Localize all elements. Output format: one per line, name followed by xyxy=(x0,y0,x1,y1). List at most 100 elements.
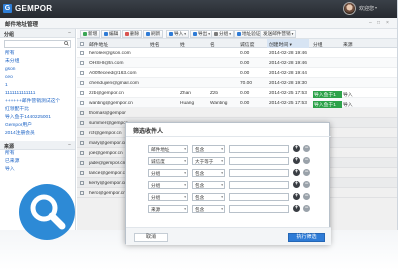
sidebar-group-item[interactable]: ceo xyxy=(0,74,75,82)
filter-operator-select[interactable]: 包含 ▾ xyxy=(192,205,225,213)
chevron-down-icon: ▾ xyxy=(184,183,186,187)
cell-email: chendujien@gmail.com xyxy=(89,80,139,86)
filter-field-select[interactable]: 诚信度 ▾ xyxy=(148,157,188,165)
row-checkbox[interactable] xyxy=(80,71,84,75)
chevron-down-icon[interactable]: ▾ xyxy=(375,5,377,10)
add-condition-icon[interactable]: + xyxy=(293,169,300,176)
filter-field-select[interactable]: 分组 ▾ xyxy=(148,169,188,177)
username[interactable]: 欢迎您 xyxy=(359,5,374,12)
send-campaign-button[interactable]: 发送邮件营销▾ xyxy=(260,30,297,38)
filter-field-select[interactable]: 分组 ▾ xyxy=(148,181,188,189)
row-checkbox[interactable] xyxy=(80,101,84,105)
add-condition-icon[interactable]: + xyxy=(293,145,300,152)
maximize-icon[interactable]: □ xyxy=(377,20,380,26)
sidebar-group-item[interactable]: 1 xyxy=(0,82,75,90)
delete-button[interactable]: 删除 xyxy=(122,30,143,38)
collapse-icon[interactable]: − xyxy=(68,142,71,148)
sidebar-source-item[interactable]: 所有 xyxy=(0,150,75,158)
cell-first: Zzb xyxy=(210,90,218,96)
table-row[interactable]: herolee@gson.com 0.00 2014-02-28 19:46 xyxy=(77,48,397,58)
row-checkbox[interactable] xyxy=(80,51,84,55)
table-row[interactable]: A00ffeceed@163.com 0.00 2014-02-28 19:44 xyxy=(77,68,397,78)
filter-operator-select[interactable]: 包含 ▾ xyxy=(192,181,225,189)
col-name[interactable]: 姓名 xyxy=(150,41,160,48)
table-row[interactable]: wanting@gempor.cn Huang Wanting 0.00 2014-02… xyxy=(77,98,397,108)
filter-row: 邮件地址 ▾ 包含 ▾ + − xyxy=(148,145,328,154)
filter-field-select[interactable]: 来源 ▾ xyxy=(148,205,188,213)
sidebar-group-item[interactable]: 红领配干比 xyxy=(0,106,75,114)
filter-value-input[interactable] xyxy=(229,157,289,165)
filter-field-select[interactable]: 邮件地址 ▾ xyxy=(148,145,188,153)
filter-value-input[interactable] xyxy=(229,193,289,201)
cell-group: 导入鱼于1 xyxy=(313,100,342,108)
minimize-icon[interactable]: – xyxy=(369,20,372,26)
remove-condition-icon[interactable]: − xyxy=(303,145,310,152)
filter-value-input[interactable] xyxy=(229,145,289,153)
remove-condition-icon[interactable]: − xyxy=(303,157,310,164)
sidebar-search-input[interactable] xyxy=(4,40,71,48)
add-condition-icon[interactable]: + xyxy=(293,205,300,212)
sidebar-source-item[interactable]: 已来源 xyxy=(0,158,75,166)
close-icon[interactable]: × xyxy=(386,20,389,26)
table-row[interactable]: OHSHI@tn.com 0.00 2014-02-28 19:46 xyxy=(77,58,397,68)
col-email[interactable]: 邮件地址 xyxy=(89,41,108,48)
chevron-down-icon: ▾ xyxy=(229,32,231,36)
table-row[interactable]: zzb@gempor.cn Zhan Zzb 0.00 2014-02-25 17:53… xyxy=(77,88,397,98)
collapse-icon[interactable]: − xyxy=(68,30,71,36)
col-credibility[interactable]: 诚信度 xyxy=(240,41,254,48)
row-checkbox[interactable] xyxy=(80,61,84,65)
filter-operator-select[interactable]: 大于等于 ▾ xyxy=(192,157,225,165)
run-filter-button[interactable]: 执行筛选 xyxy=(288,233,325,242)
verify-address-button[interactable]: 地址验证 xyxy=(234,30,264,38)
sidebar-group-item[interactable]: 2014注册会员 xyxy=(0,130,75,138)
add-button[interactable]: 新增 xyxy=(80,30,101,38)
filter-operator-select[interactable]: 包含 ▾ xyxy=(192,169,225,177)
search-icon[interactable] xyxy=(64,41,69,48)
chevron-down-icon: ▾ xyxy=(221,195,223,199)
select-all-checkbox[interactable] xyxy=(80,42,84,46)
col-source[interactable]: 来源 xyxy=(343,41,353,48)
sidebar-group-item[interactable]: gson xyxy=(0,66,75,74)
remove-condition-icon[interactable]: − xyxy=(303,169,310,176)
add-condition-icon[interactable]: + xyxy=(293,181,300,188)
row-checkbox[interactable] xyxy=(80,91,84,95)
row-checkbox[interactable] xyxy=(80,81,84,85)
group-button[interactable]: 分组▾ xyxy=(211,30,234,38)
filter-field-select[interactable]: 分组 ▾ xyxy=(148,193,188,201)
dialog-footer: 取消 执行筛选 xyxy=(126,227,331,245)
filter-operator-select[interactable]: 包含 ▾ xyxy=(192,145,225,153)
sidebar-group-item[interactable]: Gempor用户 xyxy=(0,122,75,130)
source-section-title: 来源 xyxy=(4,144,15,150)
import-button[interactable]: 导入▾ xyxy=(166,30,189,38)
sidebar-group-item[interactable]: 导入鱼于1440225001 xyxy=(0,114,75,122)
edit-button[interactable]: 编辑 xyxy=(101,30,122,38)
filter-operator-select[interactable]: 包含 ▾ xyxy=(192,193,225,201)
col-created-time[interactable]: 创建时间 ▾ xyxy=(267,39,309,48)
cell-created: 2014-02-28 19:46 xyxy=(269,50,307,56)
add-condition-icon[interactable]: + xyxy=(293,157,300,164)
remove-condition-icon[interactable]: − xyxy=(303,205,310,212)
remove-condition-icon[interactable]: − xyxy=(303,181,310,188)
filter-field-value: 诚信度 xyxy=(151,159,165,164)
cell-group: 导入鱼于1 xyxy=(313,90,342,98)
col-first-name[interactable]: 名 xyxy=(210,41,215,48)
sidebar-group-item[interactable]: 未分组 xyxy=(0,58,75,66)
filter-value-input[interactable] xyxy=(229,205,289,213)
add-condition-icon[interactable]: + xyxy=(293,193,300,200)
filter-value-input[interactable] xyxy=(229,181,289,189)
table-row[interactable]: chendujien@gmail.com 70.00 2014-02-28 19:3… xyxy=(77,78,397,88)
cell-email: A00ffeceed@163.com xyxy=(89,70,137,76)
avatar[interactable] xyxy=(343,2,356,15)
col-last-name[interactable]: 姓 xyxy=(180,41,185,48)
refresh-button[interactable]: 刷新 xyxy=(143,30,164,38)
cancel-button[interactable]: 取消 xyxy=(134,233,168,242)
export-button[interactable]: 导出▾ xyxy=(190,30,213,38)
sidebar-group-item[interactable]: 1111111111111 xyxy=(0,90,75,98)
col-group[interactable]: 分组 xyxy=(313,41,323,48)
dialog-title: 筛选收件人 xyxy=(133,129,164,135)
filter-value-input[interactable] xyxy=(229,169,289,177)
remove-condition-icon[interactable]: − xyxy=(303,193,310,200)
sidebar-source-item[interactable]: 导入 xyxy=(0,166,75,174)
sidebar-group-item[interactable]: ++++++邮件营销测试这个 xyxy=(0,98,75,106)
sidebar-group-item[interactable]: 所有 xyxy=(0,50,75,58)
